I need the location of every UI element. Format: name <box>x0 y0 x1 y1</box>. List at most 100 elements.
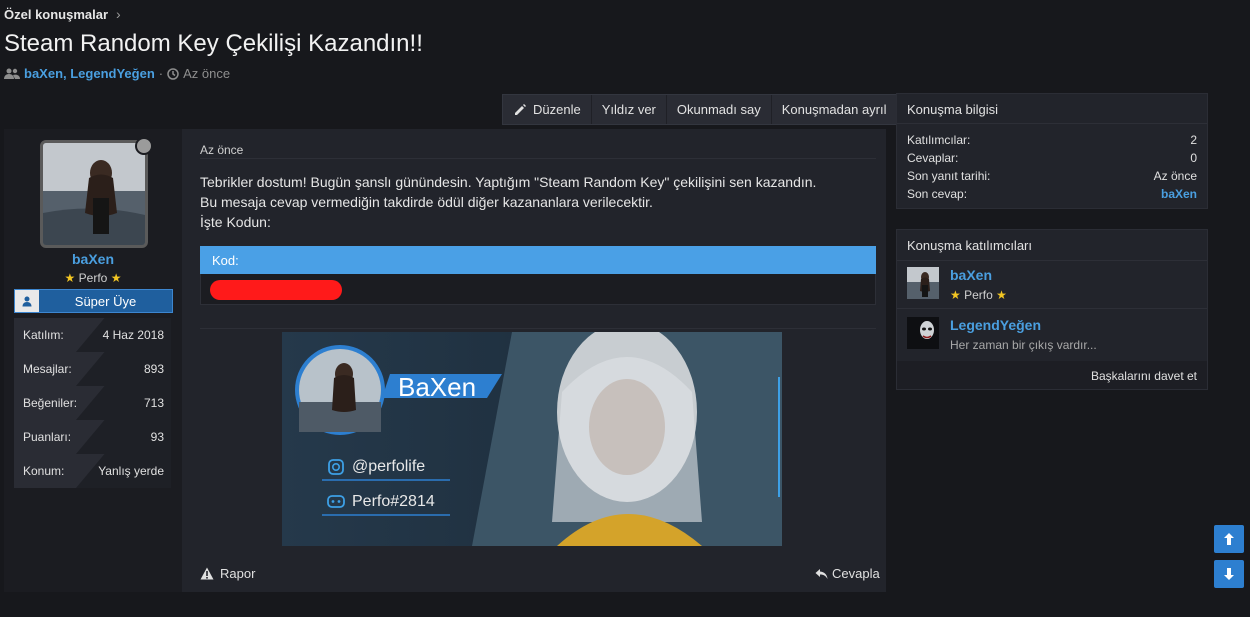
info-key: Katılımcılar: <box>907 133 971 147</box>
clock-icon <box>167 67 179 80</box>
participant-title-text: Perfo <box>964 288 993 302</box>
warning-icon <box>200 567 214 580</box>
mark-unread-button[interactable]: Okunmadı say <box>667 95 772 124</box>
unread-label: Okunmadı say <box>676 102 761 117</box>
page-title: Steam Random Key Çekilişi Kazandın!! <box>4 30 423 57</box>
star-button[interactable]: Yıldız ver <box>592 95 667 124</box>
banner-name: BaXen <box>398 372 477 402</box>
invite-others-link[interactable]: Başkalarını davet et <box>1091 369 1197 383</box>
info-row: Cevaplar: 0 <box>907 151 1197 165</box>
message-line: Tebrikler dostum! Bugün şanslı günündesi… <box>200 174 817 190</box>
participant-title: ★ Perfo ★ <box>950 288 1007 302</box>
info-key: Son cevap: <box>907 187 968 201</box>
report-label: Rapor <box>220 566 256 581</box>
pencil-icon <box>515 103 526 115</box>
stat-value: 4 Haz 2018 <box>102 328 164 342</box>
user-icon <box>15 290 39 312</box>
info-row: Katılımcılar: 2 <box>907 133 1197 147</box>
conversation-meta: baXen, LegendYeğen · Az önce <box>4 66 230 81</box>
stat-row: Beğeniler: 713 <box>14 386 171 420</box>
last-reply-user-link[interactable]: baXen <box>1161 187 1197 201</box>
reply-icon <box>815 568 828 579</box>
avatar[interactable] <box>907 267 939 299</box>
reply-button[interactable]: Cevapla <box>815 566 880 581</box>
author-title-text: Perfo <box>78 271 108 285</box>
stat-row: Mesajlar: 893 <box>14 352 171 386</box>
star-label: Yıldız ver <box>601 102 656 117</box>
stat-row: Konum: Yanlış yerde <box>14 454 171 488</box>
stat-row: Katılım: 4 Haz 2018 <box>14 318 171 352</box>
stat-key: Puanları: <box>23 430 72 444</box>
meta-separator: · <box>158 66 164 81</box>
info-key: Cevaplar: <box>907 151 959 165</box>
participant-item[interactable]: baXen ★ Perfo ★ <box>897 265 1207 309</box>
star-icon: ★ <box>950 288 961 302</box>
stat-key: Mesajlar: <box>23 362 72 376</box>
leave-conversation-button[interactable]: Konuşmadan ayrıl <box>772 95 897 124</box>
avatar[interactable] <box>40 140 148 248</box>
panel-title: Konuşma katılımcıları <box>907 238 1032 253</box>
avatar-image <box>43 143 145 245</box>
code-label: Kod: <box>212 253 239 268</box>
participant-item[interactable]: LegendYeğen Her zaman bir çıkış vardır..… <box>897 313 1207 357</box>
arrow-down-icon <box>1224 568 1234 580</box>
users-icon <box>4 68 20 79</box>
message-line: Bu mesaja cevap vermediğin takdirde ödül… <box>200 194 653 210</box>
rank-label: Süper Üye <box>74 293 137 309</box>
breadcrumb[interactable]: Özel konuşmalar › <box>4 6 121 22</box>
avatar[interactable] <box>907 317 939 349</box>
stat-key: Katılım: <box>23 328 64 342</box>
info-row: Son cevap: baXen <box>907 187 1197 201</box>
chevron-right-icon: › <box>116 6 121 22</box>
conversation-participants-link[interactable]: baXen, LegendYeğen <box>24 66 155 81</box>
divider <box>897 260 1207 261</box>
participant-name[interactable]: LegendYeğen <box>950 317 1041 333</box>
info-value: 2 <box>1190 133 1197 147</box>
divider <box>200 158 876 159</box>
banner-instagram: @perfolife <box>352 458 426 475</box>
arrow-up-icon <box>1224 533 1234 545</box>
reply-label: Cevapla <box>832 566 880 581</box>
message-line: İşte Kodun: <box>200 214 271 230</box>
scroll-to-bottom-button[interactable] <box>1214 560 1244 588</box>
star-icon: ★ <box>996 288 1007 302</box>
stat-value: 713 <box>143 396 164 410</box>
panel-title: Konuşma bilgisi <box>907 102 999 117</box>
divider <box>200 328 876 329</box>
conversation-info-panel: Konuşma bilgisi Katılımcılar: 2 Cevaplar:… <box>896 93 1208 209</box>
meta-time: Az önce <box>183 66 231 81</box>
scroll-to-top-button[interactable] <box>1214 525 1244 553</box>
conversation-actions: Düzenle Yıldız ver Okunmadı say Konuşmad… <box>502 94 898 125</box>
author-stats: Katılım: 4 Haz 2018 Mesajlar: 893 Beğenile… <box>14 318 171 488</box>
participant-name[interactable]: baXen <box>950 267 992 283</box>
divider <box>897 308 1207 309</box>
participants-panel: Konuşma katılımcıları baXen ★ Perfo ★ Le… <box>896 229 1208 390</box>
code-block-header: Kod: <box>200 246 876 274</box>
info-value: 0 <box>1190 151 1197 165</box>
stat-value: Yanlış yerde <box>98 464 164 478</box>
leave-label: Konuşmadan ayrıl <box>781 102 887 117</box>
info-row: Son yanıt tarihi: Az önce <box>907 169 1197 183</box>
stat-row: Puanları: 93 <box>14 420 171 454</box>
author-title: ★ Perfo ★ <box>4 271 182 285</box>
redacted-code <box>210 280 342 300</box>
edit-button[interactable]: Düzenle <box>503 95 592 124</box>
message-body: Tebrikler dostum! Bugün şanslı günündesi… <box>200 172 870 232</box>
info-key: Son yanıt tarihi: <box>907 169 991 183</box>
participant-status: Her zaman bir çıkış vardır... <box>950 338 1097 352</box>
divider <box>897 123 1207 124</box>
report-button[interactable]: Rapor <box>200 566 255 581</box>
author-name[interactable]: baXen <box>4 251 182 267</box>
edit-label: Düzenle <box>533 102 581 117</box>
star-icon: ★ <box>64 271 76 285</box>
signature-banner: BaXen @perfolife Perfo#2814 <box>282 332 782 546</box>
user-rank-banner: Süper Üye <box>14 289 173 313</box>
info-value: Az önce <box>1153 169 1197 183</box>
online-status-indicator <box>135 137 153 155</box>
stat-key: Beğeniler: <box>23 396 78 410</box>
stat-value[interactable]: 93 <box>151 430 164 444</box>
stat-value[interactable]: 893 <box>144 362 164 376</box>
star-icon: ★ <box>110 271 122 285</box>
breadcrumb-link[interactable]: Özel konuşmalar <box>4 7 108 22</box>
message-time[interactable]: Az önce <box>200 143 243 157</box>
